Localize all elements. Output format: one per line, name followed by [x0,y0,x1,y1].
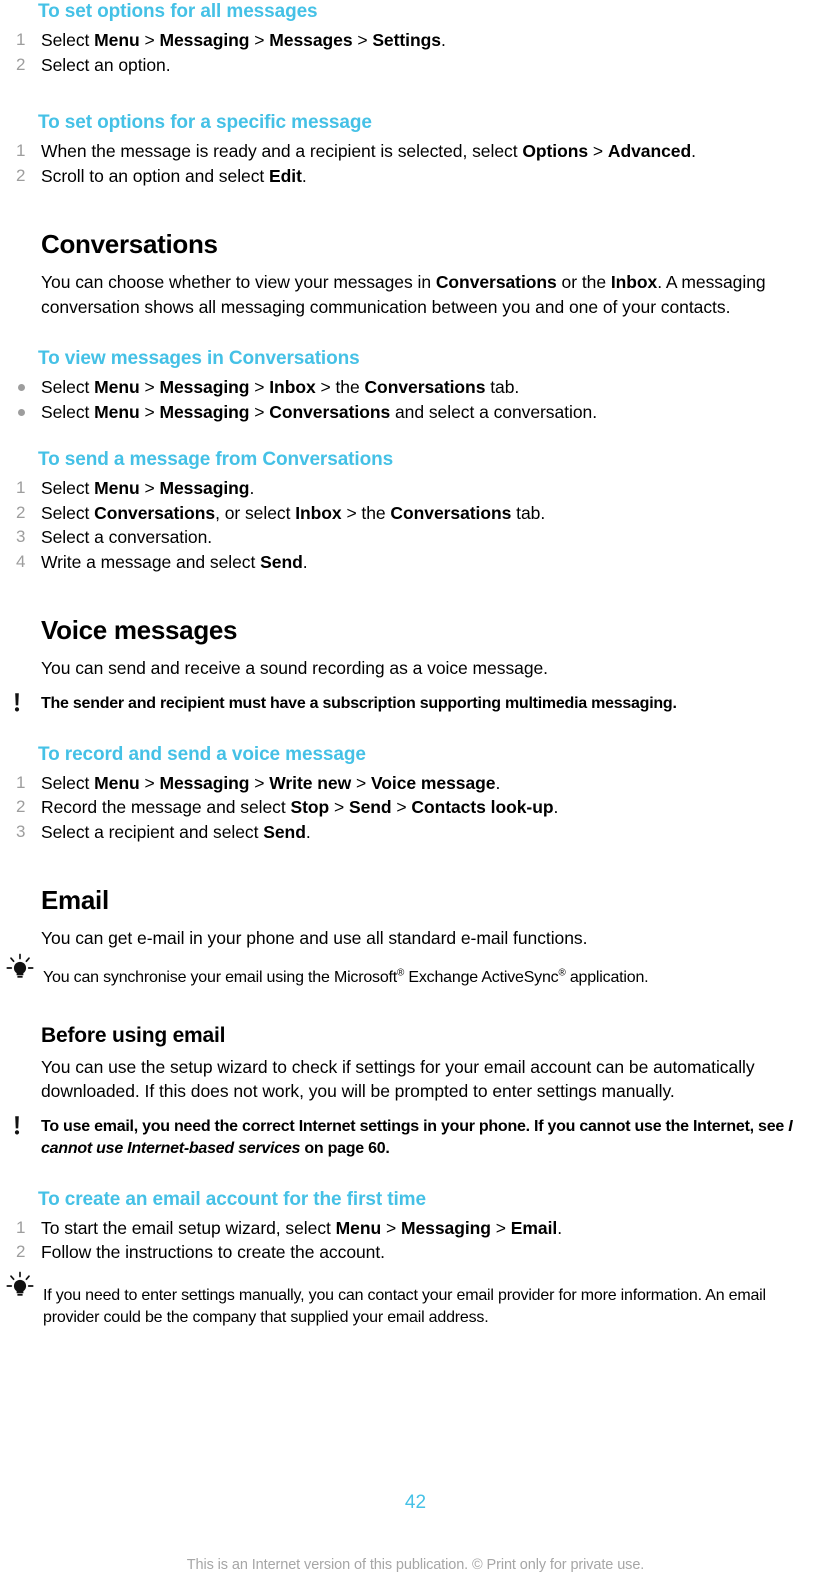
list-item: 1 Select Menu > Messaging > Write new > … [0,771,821,796]
step-text: Record the message and select Stop > Sen… [41,797,559,817]
step-number: 2 [16,797,26,816]
list-item: Select Menu > Messaging > Conversations … [0,400,821,425]
step-number: 4 [16,551,26,571]
list-item: 2 Record the message and select Stop > S… [0,795,821,820]
step-text: To start the email setup wizard, select … [41,1217,563,1238]
bullet-dot-icon [18,408,25,416]
paragraph-before-using-email-intro: You can use the setup wizard to check if… [41,1056,755,1102]
paragraph-voice-messages-intro: You can send and receive a sound recordi… [41,658,548,678]
step-number: 1 [16,141,26,160]
step-number: 1 [16,478,26,497]
list-item: 3 Select a conversation. [0,525,821,550]
list-item: Select Menu > Messaging > Inbox > the Co… [0,375,821,400]
bullet-dot-icon [18,384,25,391]
bullet-list-view-messages: Select Menu > Messaging > Inbox > the Co… [0,375,821,424]
step-number: 2 [16,502,26,522]
step-number: 1 [16,1217,26,1237]
procedure-heading-view-messages: To view messages in Conversations [38,348,360,369]
step-text: Select a conversation. [41,527,213,547]
step-text: Select Menu > Messaging > Messages > Set… [41,30,446,50]
warning-exclamation-icon [14,1115,20,1134]
bullet-text: Select Menu > Messaging > Conversations … [41,401,598,422]
lightbulb-tip-icon [6,1271,34,1296]
note-text: The sender and recipient must have a sub… [41,694,677,712]
section-heading-voice-messages: Voice messages [41,615,238,645]
note-internet-settings: To use email, you need the correct Inter… [0,1115,821,1160]
procedure-heading-send-from-conversations: To send a message from Conversations [38,449,394,470]
step-text: Select a recipient and select Send. [41,821,311,842]
step-list-set-options-specific: 1 When the message is ready and a recipi… [0,139,821,188]
paragraph-conversations-intro: You can choose whether to view your mess… [41,272,766,317]
procedure-heading-create-email-account: To create an email account for the first… [38,1188,426,1210]
step-list-create-email-account: 1 To start the email setup wizard, selec… [0,1216,821,1265]
step-text: Write a message and select Send. [41,551,308,572]
step-number: 2 [16,54,26,74]
paragraph-email-intro: You can get e-mail in your phone and use… [41,928,588,948]
tip-manual-settings: If you need to enter settings manually, … [0,1271,821,1329]
step-text: Select an option. [41,54,171,75]
list-item: 2 Select an option. [0,53,821,78]
step-list-send-from-conversations: 1 Select Menu > Messaging. 2 Select Conv… [0,476,821,574]
step-number: 1 [16,772,26,792]
procedure-heading-set-options-specific: To set options for a specific message [38,112,372,133]
list-item: 1 Select Menu > Messaging. [0,476,821,501]
step-number: 3 [16,821,26,841]
warning-exclamation-icon [14,692,20,711]
step-list-record-voice-message: 1 Select Menu > Messaging > Write new > … [0,771,821,845]
section-heading-email: Email [41,885,109,915]
list-item: 4 Write a message and select Send. [0,550,821,575]
note-text: To use email, you need the correct Inter… [41,1117,793,1157]
section-heading-conversations: Conversations [41,229,218,259]
tip-email-sync: You can synchronise your email using the… [0,953,821,989]
list-item: 3 Select a recipient and select Send. [0,820,821,845]
step-text: Scroll to an option and select Edit. [41,165,307,186]
step-text: Select Menu > Messaging > Write new > Vo… [41,772,501,793]
tip-text: You can synchronise your email using the… [43,967,649,986]
step-text: Select Menu > Messaging. [41,478,255,498]
step-number: 2 [16,1242,26,1261]
step-list-set-options-all: 1 Select Menu > Messaging > Messages > S… [0,28,821,77]
step-text: Select Conversations, or select Inbox > … [41,502,546,523]
step-text: When the message is ready and a recipien… [41,141,696,161]
note-voice-messages: The sender and recipient must have a sub… [0,692,821,715]
list-item: 1 When the message is ready and a recipi… [0,139,821,164]
subsection-heading-before-using-email: Before using email [41,1023,226,1047]
list-item: 1 To start the email setup wizard, selec… [0,1216,821,1241]
step-number: 2 [16,165,26,185]
procedure-heading-record-voice-message: To record and send a voice message [38,743,366,765]
procedure-heading-set-options-all: To set options for all messages [38,1,318,22]
lightbulb-tip-icon [6,953,34,978]
step-number: 1 [16,30,26,49]
list-item: 2 Scroll to an option and select Edit. [0,164,821,189]
tip-text: If you need to enter settings manually, … [43,1286,766,1326]
footer-copyright-notice: This is an Internet version of this publ… [186,1557,645,1573]
registered-mark: ® [558,967,566,979]
list-item: 1 Select Menu > Messaging > Messages > S… [0,28,821,53]
page-number: 42 [404,1492,427,1513]
document-page: To set options for all messages 1 Select… [0,0,831,1590]
bullet-text: Select Menu > Messaging > Inbox > the Co… [41,377,520,397]
list-item: 2 Select Conversations, or select Inbox … [0,501,821,526]
list-item: 2 Follow the instructions to create the … [0,1240,821,1265]
step-text: Follow the instructions to create the ac… [41,1242,385,1262]
step-number: 3 [16,527,26,546]
